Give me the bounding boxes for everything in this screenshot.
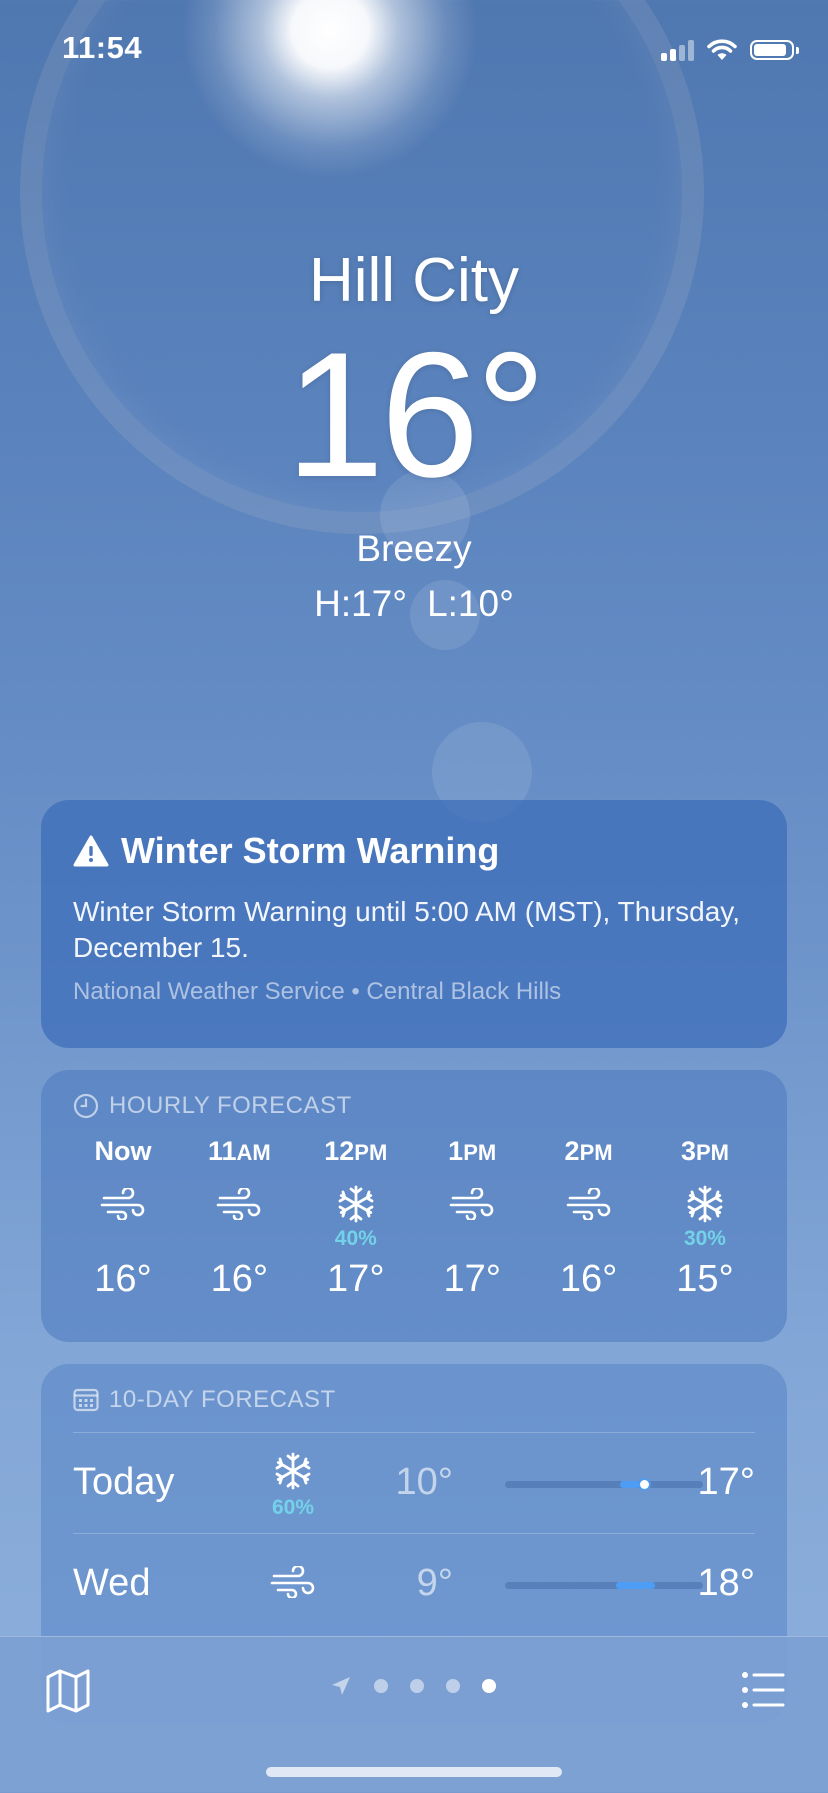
- day-high: 18°: [697, 1562, 755, 1604]
- snowflake-icon: [336, 1180, 376, 1228]
- page-dot[interactable]: [374, 1679, 388, 1693]
- low-temp: L:10°: [427, 583, 514, 624]
- hour-label: 2PM: [564, 1136, 613, 1166]
- map-icon[interactable]: [42, 1665, 94, 1717]
- day-high: 17°: [697, 1461, 755, 1503]
- hourly-item: 11AM 16°: [189, 1136, 289, 1301]
- city-name: Hill City: [308, 246, 520, 315]
- hourly-forecast-card[interactable]: HOURLY FORECAST Now 16° 11AM 16° 12PM 40% 17° 1…: [41, 1070, 787, 1342]
- hour-label: 11AM: [208, 1136, 271, 1166]
- page-indicator[interactable]: [330, 1675, 496, 1697]
- hour-temperature: 17°: [443, 1258, 501, 1300]
- temperature-range-fill: [619, 1481, 640, 1488]
- day-name: Wed: [73, 1562, 151, 1604]
- hour-temperature: 16°: [210, 1258, 269, 1300]
- hour-temperature: 16°: [559, 1258, 618, 1300]
- temperature-range-bar: [505, 1582, 703, 1589]
- day-low: 9°: [416, 1562, 453, 1604]
- page-dot[interactable]: [410, 1679, 424, 1693]
- calendar-icon: [73, 1388, 99, 1412]
- temperature-range-fill: [615, 1582, 656, 1589]
- ten-day-forecast-title: 10-DAY FORECAST: [109, 1386, 336, 1413]
- day-name: Today: [73, 1461, 175, 1503]
- bottom-toolbar: [0, 1636, 828, 1793]
- hourly-item: Now 16°: [73, 1136, 173, 1301]
- high-temp: H:17°: [314, 583, 408, 624]
- hourly-item: 12PM 40% 17°: [306, 1136, 406, 1301]
- weather-alert-card[interactable]: Winter Storm Warning Winter Storm Warnin…: [41, 800, 787, 1048]
- current-temperature: 16°: [285, 315, 546, 514]
- wifi-icon: [707, 39, 737, 60]
- status-time: 11:54: [62, 30, 143, 65]
- hourly-forecast-title: HOURLY FORECAST: [109, 1092, 352, 1119]
- temperature-range-bar: [505, 1480, 703, 1489]
- day-condition: [251, 1564, 335, 1603]
- hourly-item: 2PM 16°: [539, 1136, 639, 1301]
- wind-icon: [270, 1564, 316, 1603]
- home-indicator: [266, 1767, 562, 1777]
- ten-day-forecast-header: 10-DAY FORECAST: [73, 1386, 755, 1414]
- daily-row[interactable]: Today 60% 10° 17°: [73, 1432, 755, 1533]
- hourly-item: 3PM 30% 15°: [655, 1136, 755, 1301]
- status-bar: 11:54: [0, 0, 828, 100]
- precip-chance: 40%: [334, 1227, 377, 1250]
- hourly-item: 1PM 17°: [422, 1136, 522, 1301]
- wind-icon: [216, 1180, 262, 1228]
- day-low: 10°: [395, 1461, 453, 1503]
- alert-title: Winter Storm Warning: [121, 830, 500, 871]
- hourly-forecast-header: HOURLY FORECAST: [73, 1092, 755, 1120]
- wind-icon: [449, 1180, 495, 1228]
- snowflake-icon: [685, 1180, 725, 1228]
- hour-temperature: 17°: [327, 1258, 385, 1300]
- precip-chance: 30%: [683, 1227, 726, 1250]
- snowflake-icon: [273, 1451, 313, 1496]
- precip-chance: 60%: [271, 1496, 315, 1519]
- day-condition: 60%: [251, 1451, 335, 1520]
- location-arrow-icon: [332, 1677, 350, 1695]
- page-dot-active[interactable]: [482, 1679, 496, 1693]
- clock-icon: [73, 1093, 99, 1119]
- alert-header: Winter Storm Warning: [73, 830, 755, 872]
- battery-icon: [750, 40, 799, 60]
- daily-list[interactable]: Today 60% 10° 17° Wed 9° 18°: [73, 1432, 755, 1634]
- hourly-list[interactable]: Now 16° 11AM 16° 12PM 40% 17° 1PM 17° 2PM 16° 3PM 30…: [73, 1136, 755, 1301]
- status-icons: [661, 38, 799, 62]
- alert-source: National Weather Service • Central Black…: [73, 978, 562, 1005]
- daily-row[interactable]: Wed 9° 18°: [73, 1533, 755, 1634]
- alert-body: Winter Storm Warning until 5:00 AM (MST)…: [73, 896, 741, 963]
- wind-icon: [100, 1180, 146, 1228]
- current-condition: Breezy: [356, 528, 472, 569]
- hour-label: 12PM: [324, 1136, 388, 1166]
- hour-temperature: 15°: [676, 1258, 734, 1300]
- cellular-signal-icon: [661, 39, 694, 61]
- hour-label: Now: [94, 1136, 152, 1166]
- warning-icon: [73, 835, 109, 867]
- page-dot[interactable]: [446, 1679, 460, 1693]
- high-low: H:17° L:10°: [0, 583, 828, 625]
- hour-label: 1PM: [448, 1136, 497, 1166]
- current-temperature-dot: [639, 1480, 649, 1489]
- wind-icon: [566, 1180, 612, 1228]
- list-icon[interactable]: [740, 1667, 786, 1713]
- hour-temperature: 16°: [94, 1258, 152, 1300]
- hour-label: 3PM: [680, 1136, 729, 1166]
